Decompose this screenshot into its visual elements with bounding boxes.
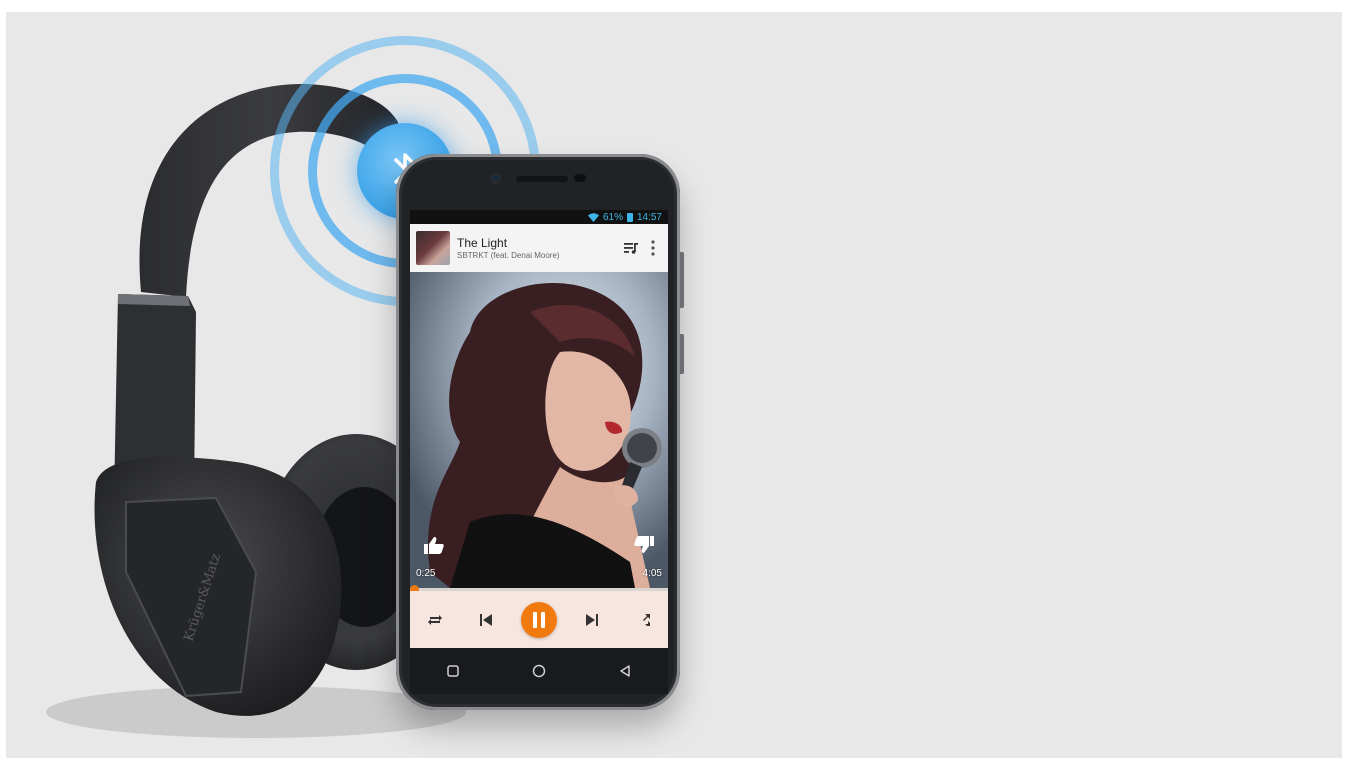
- repeat-icon[interactable]: [420, 605, 450, 635]
- android-nav-bar: [410, 648, 668, 694]
- thumb-up-icon[interactable]: [424, 536, 444, 559]
- hero-scene: Krüger&Matz 61% 14:57 The Light SBTRKT (…: [6, 12, 1342, 758]
- battery-icon: [626, 212, 633, 222]
- smartphone: 61% 14:57 The Light SBTRKT (feat. Denai …: [396, 154, 684, 710]
- skip-previous-icon[interactable]: [471, 605, 501, 635]
- front-camera: [492, 175, 499, 182]
- proximity-sensor: [574, 174, 586, 182]
- album-thumbnail[interactable]: [416, 231, 450, 265]
- battery-percent: 61%: [602, 211, 623, 223]
- home-circle-icon[interactable]: [524, 656, 554, 686]
- power-button: [680, 334, 684, 374]
- wifi-icon: [587, 212, 599, 222]
- now-playing-header[interactable]: The Light SBTRKT (feat. Denai Moore): [410, 224, 668, 272]
- skip-next-icon[interactable]: [577, 605, 607, 635]
- more-vert-icon[interactable]: [642, 233, 664, 263]
- track-info: The Light SBTRKT (feat. Denai Moore): [457, 236, 620, 261]
- status-bar: 61% 14:57: [410, 210, 668, 224]
- shuffle-icon[interactable]: [628, 605, 658, 635]
- album-art: 0:25 4:05: [410, 272, 668, 588]
- elapsed-time: 0:25: [416, 568, 436, 579]
- clock: 14:57: [636, 211, 662, 223]
- earpiece: [516, 176, 568, 182]
- back-triangle-icon[interactable]: [610, 656, 640, 686]
- singer-photo: [410, 272, 668, 588]
- volume-button: [680, 252, 684, 308]
- phone-screen: 61% 14:57 The Light SBTRKT (feat. Denai …: [410, 210, 668, 648]
- pause-icon[interactable]: [520, 601, 557, 638]
- queue-music-icon[interactable]: [620, 233, 642, 263]
- total-duration: 4:05: [642, 568, 662, 579]
- track-title: The Light: [457, 235, 508, 250]
- track-artist: SBTRKT (feat. Denai Moore): [457, 250, 560, 260]
- thumb-down-icon[interactable]: [634, 536, 654, 559]
- overview-square-icon[interactable]: [438, 656, 468, 686]
- playback-controls: [410, 591, 668, 648]
